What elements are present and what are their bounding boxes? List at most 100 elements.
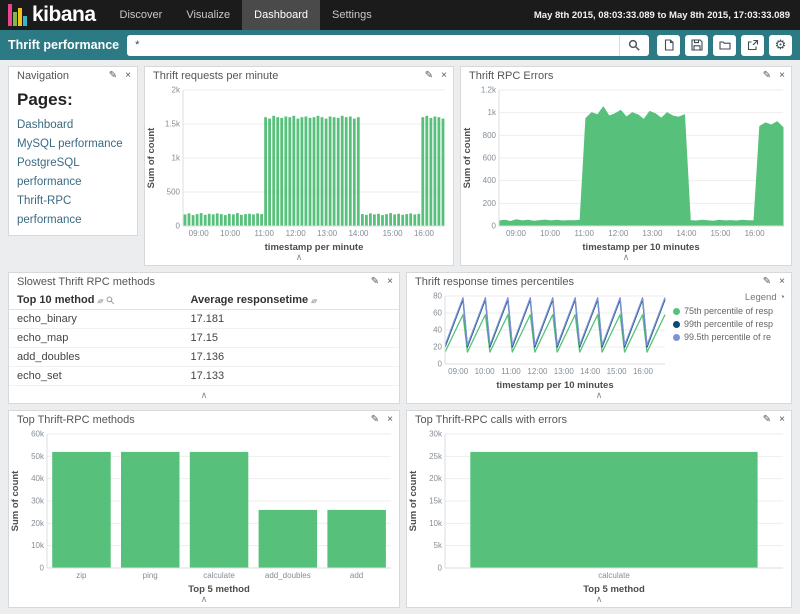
nav-item-visualize[interactable]: Visualize — [174, 0, 242, 30]
panel-header: Navigation ✎ × — [9, 67, 137, 84]
legend-item[interactable]: 99.5th percentile of re — [673, 331, 785, 344]
svg-text:Sum of count: Sum of count — [146, 127, 157, 189]
save-dashboard-button[interactable] — [685, 35, 708, 56]
search-button[interactable] — [619, 35, 649, 56]
chart-legend: Legend ◔ 75th percentile of resp99th per… — [673, 290, 791, 390]
navigation-content: Pages: DashboardMySQL performancePostgre… — [9, 84, 137, 235]
table-row[interactable]: echo_set17.133 — [9, 367, 399, 386]
svg-text:14:00: 14:00 — [580, 367, 601, 376]
new-document-icon — [663, 39, 675, 51]
nav-item-settings[interactable]: Settings — [320, 0, 384, 30]
panel-header: Thrift RPC Errors ✎ × — [461, 67, 791, 84]
time-range-picker[interactable]: May 8th 2015, 08:03:33.089 to May 8th 20… — [534, 10, 800, 21]
page-link-mysql-performance[interactable]: MySQL performance — [17, 135, 129, 154]
legend-item[interactable]: 75th percentile of resp — [673, 305, 785, 318]
svg-text:15k: 15k — [429, 497, 443, 506]
options-button[interactable]: ⚙ — [769, 35, 792, 56]
edit-panel-icon[interactable]: ✎ — [763, 414, 771, 426]
edit-panel-icon[interactable]: ✎ — [763, 70, 771, 82]
svg-text:Sum of count: Sum of count — [10, 470, 21, 532]
collapse-panel-button[interactable]: ∧ — [407, 594, 791, 607]
remove-panel-icon[interactable]: × — [779, 414, 785, 426]
svg-text:14:00: 14:00 — [676, 229, 697, 238]
panel-response-percentiles: Thrift response times percentiles ✎ × 02… — [406, 272, 792, 404]
legend-title[interactable]: Legend ◔ — [673, 292, 785, 303]
collapse-panel-button[interactable]: ∧ — [461, 252, 791, 265]
edit-panel-icon[interactable]: ✎ — [109, 70, 117, 82]
column-header-method[interactable]: Top 10 method ▴▾ — [9, 290, 183, 310]
column-header-responsetime[interactable]: Average responsetime ▴▾ — [183, 290, 399, 310]
new-dashboard-button[interactable] — [657, 35, 680, 56]
svg-text:11:00: 11:00 — [501, 367, 521, 376]
panel-top-calls-with-errors: Top Thrift-RPC calls with errors ✎ × 05k… — [406, 410, 792, 608]
top-methods-bar-chart[interactable]: 010k20k30k40k50k60kzippingcalculateadd_d… — [9, 428, 399, 594]
svg-text:13:00: 13:00 — [317, 229, 338, 238]
share-dashboard-button[interactable] — [741, 35, 764, 56]
sort-icon[interactable]: ▴▾ — [97, 298, 102, 305]
collapse-panel-button[interactable]: ∧ — [9, 390, 399, 403]
collapse-panel-button[interactable]: ∧ — [145, 252, 453, 265]
svg-text:15:00: 15:00 — [383, 229, 404, 238]
table-row[interactable]: echo_binary17.181 — [9, 310, 399, 329]
svg-text:500: 500 — [167, 188, 181, 197]
table-cell: add_doubles — [9, 348, 183, 367]
svg-text:1k: 1k — [488, 108, 497, 117]
legend-item[interactable]: 99th percentile of resp — [673, 318, 785, 331]
edit-panel-icon[interactable]: ✎ — [371, 414, 379, 426]
load-dashboard-button[interactable] — [713, 35, 736, 56]
svg-text:11:00: 11:00 — [254, 229, 274, 238]
table-row[interactable]: add_doubles17.136 — [9, 348, 399, 367]
collapse-panel-button[interactable]: ∧ — [9, 594, 399, 607]
svg-text:09:00: 09:00 — [189, 229, 210, 238]
page-link-postgresql-performance[interactable]: PostgreSQL performance — [17, 154, 129, 192]
sort-icon[interactable]: ▴▾ — [311, 298, 316, 305]
svg-text:Top 5 method: Top 5 method — [583, 584, 645, 594]
nav-item-dashboard[interactable]: Dashboard — [242, 0, 320, 30]
top-errors-bar-chart[interactable]: 05k10k15k20k25k30kcalculateTop 5 methodS… — [407, 428, 791, 594]
page-link-dashboard[interactable]: Dashboard — [17, 116, 129, 135]
query-bar: Thrift performance ⚙ — [0, 30, 800, 60]
table-cell: echo_map — [9, 329, 183, 348]
edit-panel-icon[interactable]: ✎ — [763, 276, 771, 288]
svg-text:12:00: 12:00 — [286, 229, 307, 238]
kibana-app: kibana DiscoverVisualizeDashboardSetting… — [0, 0, 800, 614]
kibana-logo[interactable]: kibana — [0, 0, 108, 30]
query-input[interactable] — [127, 35, 619, 56]
legend-items: 75th percentile of resp99th percentile o… — [673, 305, 785, 344]
requests-histogram-chart[interactable]: 05001k1.5k2k09:0010:0011:0012:0013:0014:… — [145, 84, 453, 252]
save-icon — [691, 39, 703, 51]
remove-panel-icon[interactable]: × — [387, 276, 393, 288]
percentiles-line-chart[interactable]: 02040608009:0010:0011:0012:0013:0014:001… — [407, 290, 673, 390]
page-links: DashboardMySQL performancePostgreSQL per… — [17, 116, 129, 230]
remove-panel-icon[interactable]: × — [441, 70, 447, 82]
remove-panel-icon[interactable]: × — [125, 70, 131, 82]
svg-text:0: 0 — [492, 222, 497, 231]
remove-panel-icon[interactable]: × — [779, 276, 785, 288]
legend-label: 75th percentile of resp — [684, 305, 773, 318]
svg-text:10k: 10k — [31, 541, 45, 550]
legend-toggle-icon[interactable]: ◔ — [779, 292, 785, 303]
top-navbar: kibana DiscoverVisualizeDashboardSetting… — [0, 0, 800, 30]
svg-text:16:00: 16:00 — [745, 229, 766, 238]
errors-area-chart[interactable]: 02004006008001k1.2k09:0010:0011:0012:001… — [461, 84, 791, 252]
column-search-icon[interactable] — [106, 296, 115, 305]
svg-text:60: 60 — [433, 309, 442, 318]
table-cell: 17.181 — [183, 310, 399, 329]
table-row[interactable]: echo_map17.15 — [9, 329, 399, 348]
remove-panel-icon[interactable]: × — [387, 414, 393, 426]
svg-text:10:00: 10:00 — [220, 229, 241, 238]
nav-item-discover[interactable]: Discover — [108, 0, 175, 30]
remove-panel-icon[interactable]: × — [779, 70, 785, 82]
svg-text:0: 0 — [40, 564, 45, 573]
table-cell: 17.136 — [183, 348, 399, 367]
edit-panel-icon[interactable]: ✎ — [371, 276, 379, 288]
svg-text:1.5k: 1.5k — [165, 120, 181, 129]
legend-color-dot — [673, 321, 680, 328]
panel-header: Top Thrift-RPC methods ✎ × — [9, 411, 399, 428]
edit-panel-icon[interactable]: ✎ — [425, 70, 433, 82]
page-link-thrift-rpc-performance[interactable]: Thrift-RPC performance — [17, 192, 129, 230]
collapse-panel-button[interactable]: ∧ — [407, 390, 791, 403]
panel-title: Top Thrift-RPC calls with errors — [415, 414, 763, 426]
svg-text:timestamp per minute: timestamp per minute — [265, 242, 364, 252]
svg-text:30k: 30k — [429, 430, 443, 439]
